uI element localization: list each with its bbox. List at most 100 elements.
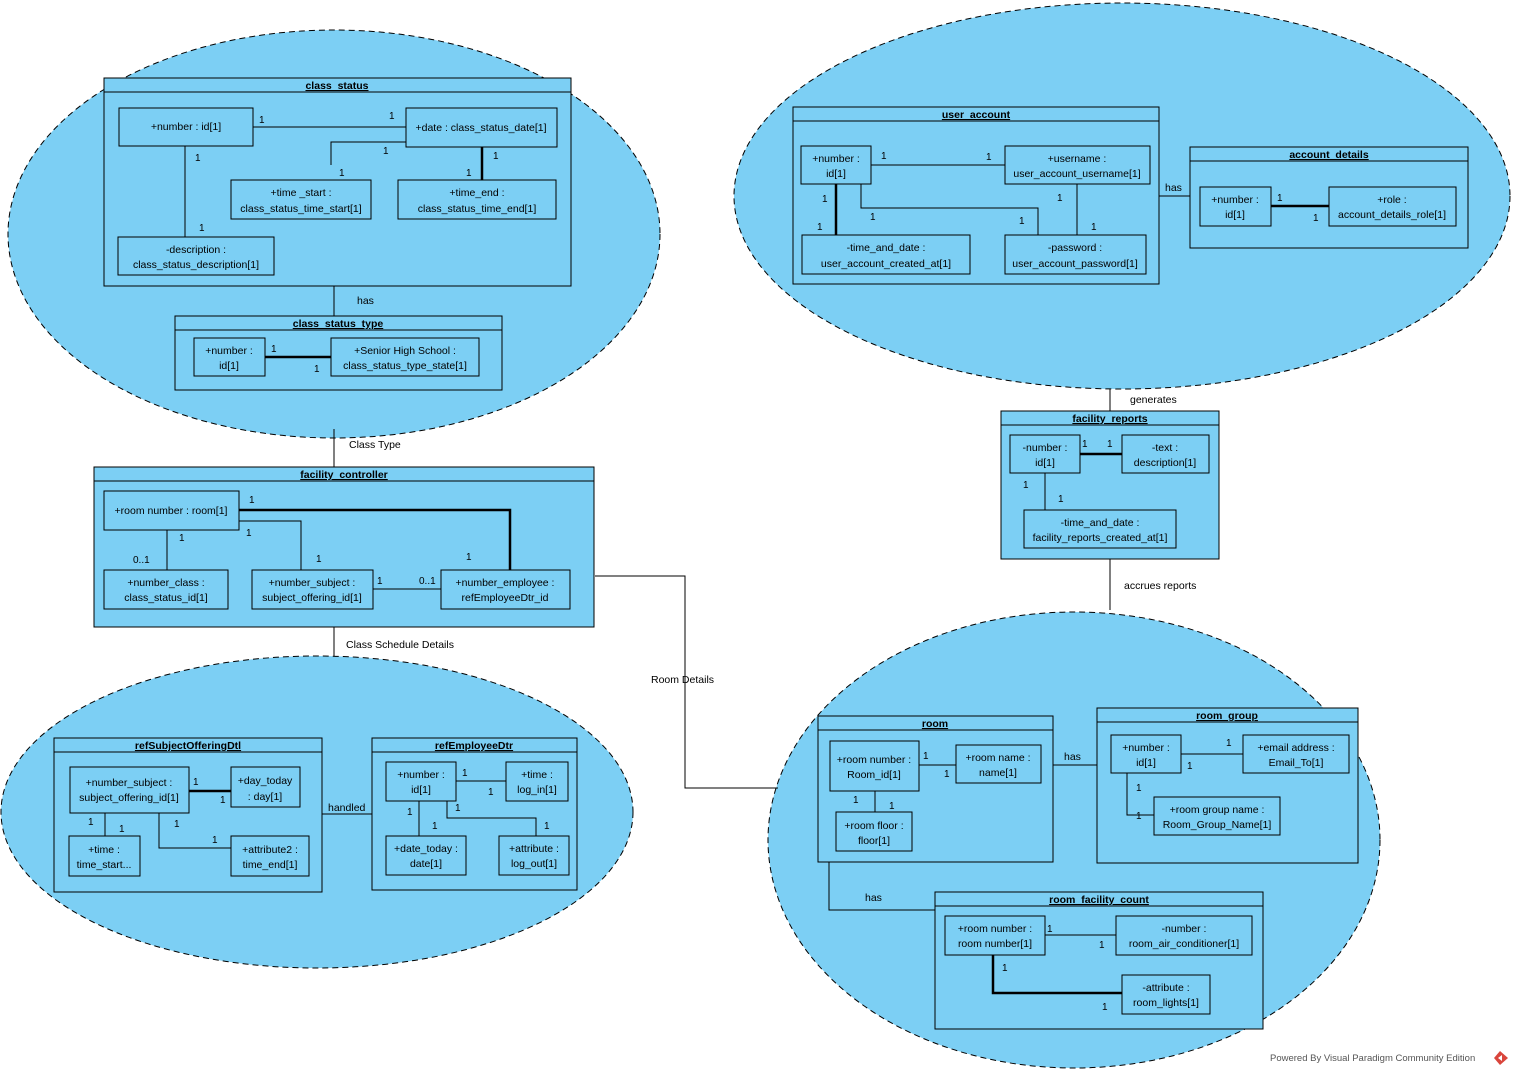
mult: 1	[493, 151, 499, 162]
attr-line: +attribute2 :	[242, 844, 298, 856]
mult: 1	[1099, 940, 1105, 951]
attr-line: name[1]	[979, 767, 1017, 779]
rel-room-details: Room Details	[651, 674, 714, 686]
frame-title: room_facility_count	[1049, 894, 1149, 906]
mult: 1	[817, 222, 823, 233]
attr-ua-password: -password : user_account_password[1]	[1004, 234, 1147, 275]
attr-fr-time-and-date: -time_and_date : facility_reports_create…	[1023, 509, 1177, 549]
attr-line: description[1]	[1134, 457, 1197, 469]
attr-room-floor: +room floor : floor[1]	[835, 811, 913, 852]
mult: 1	[88, 817, 94, 828]
mult: 1	[195, 153, 201, 164]
mult: 1	[389, 111, 395, 122]
attr-line: Room_Group_Name[1]	[1163, 819, 1272, 831]
attr-fc-number-subject: +number_subject : subject_offering_id[1]	[251, 569, 374, 610]
attr-line: -number :	[1023, 442, 1068, 454]
attr-line: +room number :	[958, 923, 1032, 935]
attr-room-name: +room name : name[1]	[955, 744, 1042, 784]
attr-line: +number_employee :	[456, 577, 555, 589]
mult: 1	[455, 803, 461, 814]
attr-line: +number_class :	[127, 577, 204, 589]
attr-line: +time :	[88, 844, 120, 856]
frame-title: account_details	[1289, 149, 1369, 161]
frame-title: class_status	[305, 80, 368, 92]
mult: 1	[193, 777, 199, 788]
frame-title: room	[922, 718, 948, 730]
attr-ad-role: +role : account_details_role[1]	[1328, 186, 1457, 227]
mult: 1	[249, 495, 255, 506]
attr-fc-number-employee: +number_employee : refEmployeeDtr_id	[440, 569, 571, 610]
attr-line: -time_and_date :	[847, 242, 926, 254]
attr-line: room_air_conditioner[1]	[1129, 938, 1239, 950]
mult: 1	[212, 835, 218, 846]
mult: 1	[407, 807, 413, 818]
attr-line: +number_subject :	[269, 577, 356, 589]
frame-title: class_status_type	[293, 318, 384, 330]
mult: 1	[923, 751, 929, 762]
mult: 1	[1091, 222, 1097, 233]
attr-line: +Senior High School :	[354, 345, 456, 357]
attr-line: date[1]	[410, 858, 442, 870]
attr-line: refEmployeeDtr_id	[462, 592, 549, 604]
attr-line: facility_reports_created_at[1]	[1033, 532, 1168, 544]
attr-line: subject_offering_id[1]	[262, 592, 362, 604]
attr-line: account_details_role[1]	[1338, 209, 1446, 221]
attr-cs-time-start: +time _start : class_status_time_start[1…	[230, 179, 372, 220]
attr-line: id[1]	[1035, 457, 1055, 469]
attr-red-number: +number : id[1]	[385, 761, 457, 802]
attr-cs-time-end: +time_end : class_status_time_end[1]	[397, 179, 557, 220]
mult: 1	[889, 801, 895, 812]
attr-line: room_lights[1]	[1133, 997, 1199, 1009]
attr-line: class_status_id[1]	[124, 592, 208, 604]
attr-red-attribute: +attribute : log_out[1]	[498, 835, 570, 876]
attr-line: +room group name :	[1170, 804, 1265, 816]
mult: 1	[220, 795, 226, 806]
mult: 1	[462, 768, 468, 779]
attr-cst-number: +number : id[1]	[193, 337, 266, 377]
attr-line: +room number :	[837, 754, 911, 766]
mult: 1	[1313, 213, 1319, 224]
attr-line: -text :	[1152, 442, 1178, 454]
attr-rso-time: +time : time_start...	[68, 835, 141, 877]
mult: 1	[179, 533, 185, 544]
attr-line: id[1]	[826, 168, 846, 180]
frame-title: refEmployeeDtr	[435, 740, 513, 752]
attr-line: +number :	[397, 769, 445, 781]
rel-class-schedule: Class Schedule Details	[346, 639, 454, 651]
attr-line: class_status_description[1]	[133, 259, 259, 271]
attr-line: -time_and_date :	[1061, 517, 1140, 529]
mult: 1	[881, 151, 887, 162]
frame-room-facility-count: room_facility_count	[934, 891, 1264, 1030]
mult: 1	[432, 821, 438, 832]
mult: 1	[544, 821, 550, 832]
rel-cs-has: has	[357, 295, 374, 307]
mult: 1	[466, 168, 472, 179]
attr-line: -number :	[1162, 923, 1207, 935]
attr-line: +time_end :	[449, 187, 504, 199]
attr-line: +number :	[812, 153, 860, 165]
mult: 1	[246, 528, 252, 539]
rel-generates: generates	[1130, 394, 1177, 406]
attr-line: +room number : room[1]	[115, 505, 228, 517]
mult: 1	[1107, 439, 1113, 450]
mult: 1	[944, 769, 950, 780]
attr-line: +role :	[1377, 194, 1406, 206]
footer-text: Powered By Visual Paradigm Community Edi…	[1270, 1053, 1475, 1064]
attr-red-time: +time : log_in[1]	[505, 761, 569, 802]
attr-line: log_in[1]	[517, 784, 557, 796]
attr-line: subject_offering_id[1]	[79, 792, 179, 804]
attr-rfc-room-number: +room number : room number[1]	[944, 915, 1046, 956]
attr-line: +room name :	[965, 752, 1030, 764]
attr-cs-date: +date : class_status_date[1]	[405, 107, 558, 148]
rel-room-has2: has	[865, 892, 882, 904]
attr-line: +day_today	[238, 775, 293, 787]
attr-line: room number[1]	[958, 938, 1032, 950]
rel-handled: handled	[328, 802, 366, 814]
mult: 1	[383, 146, 389, 157]
mult: 1	[986, 152, 992, 163]
mult: 1	[1226, 738, 1232, 749]
mult: 1	[316, 554, 322, 565]
mult: 1	[1047, 924, 1053, 935]
mult: 1	[1023, 480, 1029, 491]
attr-fc-number-class: +number_class : class_status_id[1]	[103, 569, 229, 610]
